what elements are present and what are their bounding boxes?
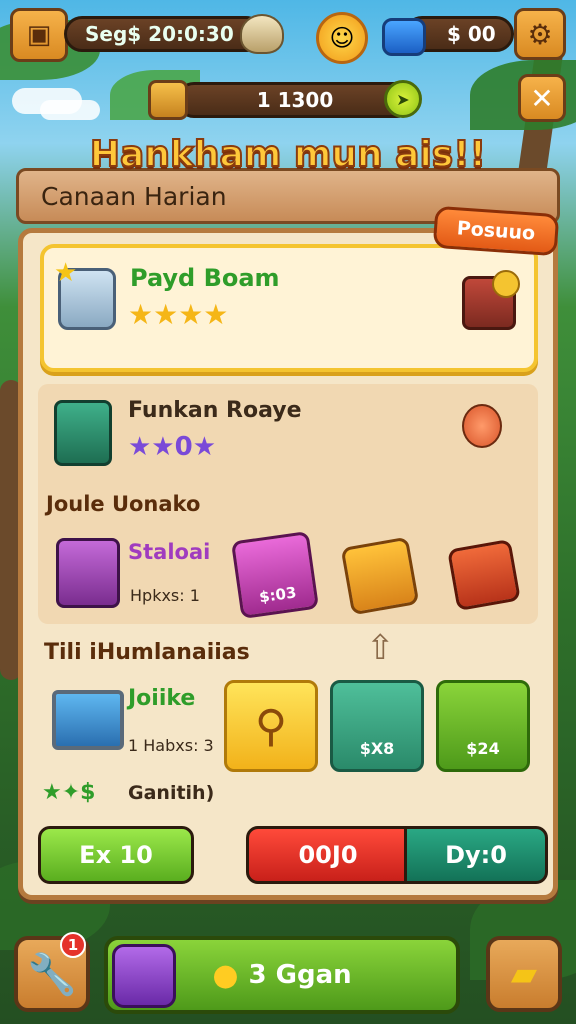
blue-gem-icon — [382, 18, 426, 56]
red-action-button[interactable]: 00J0 — [246, 826, 410, 884]
card1-name: Payd Boam — [130, 264, 280, 292]
currency-left-value: Seg$ 20:0:30 — [85, 22, 234, 46]
main-action-button[interactable]: ● 3 Ggan — [104, 936, 460, 1014]
ex-button-label: Ex 10 — [79, 841, 153, 869]
item-price: $X8 — [359, 738, 395, 758]
section3-item-count: 1 Habxs: 3 — [128, 736, 214, 755]
notification-badge: 1 — [60, 932, 86, 958]
key-icon: ⚲ — [254, 700, 288, 752]
currency-right-value: $ 00 — [447, 22, 496, 46]
red-action-label: 00J0 — [298, 841, 358, 869]
section2-sub-label: Joule Uonako — [46, 492, 201, 516]
critter-icon — [462, 404, 502, 448]
shop-item-purple-box[interactable]: $X8 — [330, 680, 424, 772]
section3-label-text: Tili iHumlanaiias — [44, 640, 250, 665]
chick-icon: ● — [212, 957, 239, 993]
teal-action-label: Dy:0 — [445, 841, 507, 869]
section2-name: Funkan Roaye — [128, 398, 302, 423]
cabinet-icon — [54, 400, 112, 466]
chest-icon-button[interactable]: ▣ — [10, 8, 68, 62]
posuuo-tag-button[interactable]: Posuuo — [432, 205, 560, 257]
shell-icon — [240, 14, 284, 54]
gold-bar-button[interactable]: ▰ — [486, 936, 562, 1012]
gold-bar-icon: ▰ — [510, 954, 538, 994]
badge-count: 1 — [67, 936, 79, 954]
energy-add-button[interactable]: ➤ — [384, 80, 422, 118]
sun-icon[interactable]: ☺ — [316, 12, 368, 64]
teal-action-button[interactable]: Dy:0 — [404, 826, 548, 884]
top-bar: ▣ Seg$ 20:0:30 ☺ $ 00 ⚙ — [8, 8, 568, 66]
arrow-up-icon: ⇧ — [366, 628, 395, 668]
banner-label: Canaan Harian — [41, 181, 227, 211]
tag-label: Posuuo — [456, 217, 536, 245]
section2-stars: ★★0★ — [128, 432, 217, 462]
shop-item-gold-card[interactable] — [340, 536, 420, 616]
currency-left-display: Seg$ 20:0:30 — [64, 16, 264, 52]
gain-stars: ★✦$ — [42, 780, 96, 805]
section2-item-count: Hpkxs: 1 — [130, 586, 200, 605]
shop-item-key[interactable]: ⚲ — [224, 680, 318, 772]
ex-button[interactable]: Ex 10 — [38, 826, 194, 884]
gain-label: Ganitih) — [128, 782, 215, 804]
section3-label: Tili iHumlanaiias — [44, 640, 250, 665]
energy-bar: 1 1300 — [176, 82, 414, 118]
shop-item-purple-bag[interactable]: $:03 — [230, 530, 320, 620]
purple-chest-icon — [56, 538, 120, 608]
card1-stars: ★★★★ — [128, 298, 229, 331]
section3-item-name: Joiike — [128, 686, 196, 711]
energy-value: 1 1300 — [256, 88, 334, 112]
close-button[interactable]: ✕ — [518, 74, 566, 122]
star-icon: ★ — [54, 258, 78, 288]
computer-icon — [52, 690, 124, 750]
section2-item-name: Staloai — [128, 540, 211, 564]
bottom-bar: 🔧 1 ● 3 Ggan ▰ — [0, 928, 576, 1024]
item-price: $:03 — [258, 583, 298, 607]
gold-coin-icon — [492, 270, 520, 298]
shield-icon — [148, 80, 188, 120]
shop-item-red-box[interactable] — [447, 538, 521, 612]
shop-item-blue-robot[interactable]: $24 — [436, 680, 530, 772]
screen-title: Hankham mun ais!! — [89, 133, 487, 176]
settings-gear-button[interactable]: ⚙ — [514, 8, 566, 60]
purple-key-icon — [112, 944, 176, 1008]
item-price: $24 — [466, 738, 500, 758]
main-action-label: 3 Ggan — [248, 960, 352, 990]
